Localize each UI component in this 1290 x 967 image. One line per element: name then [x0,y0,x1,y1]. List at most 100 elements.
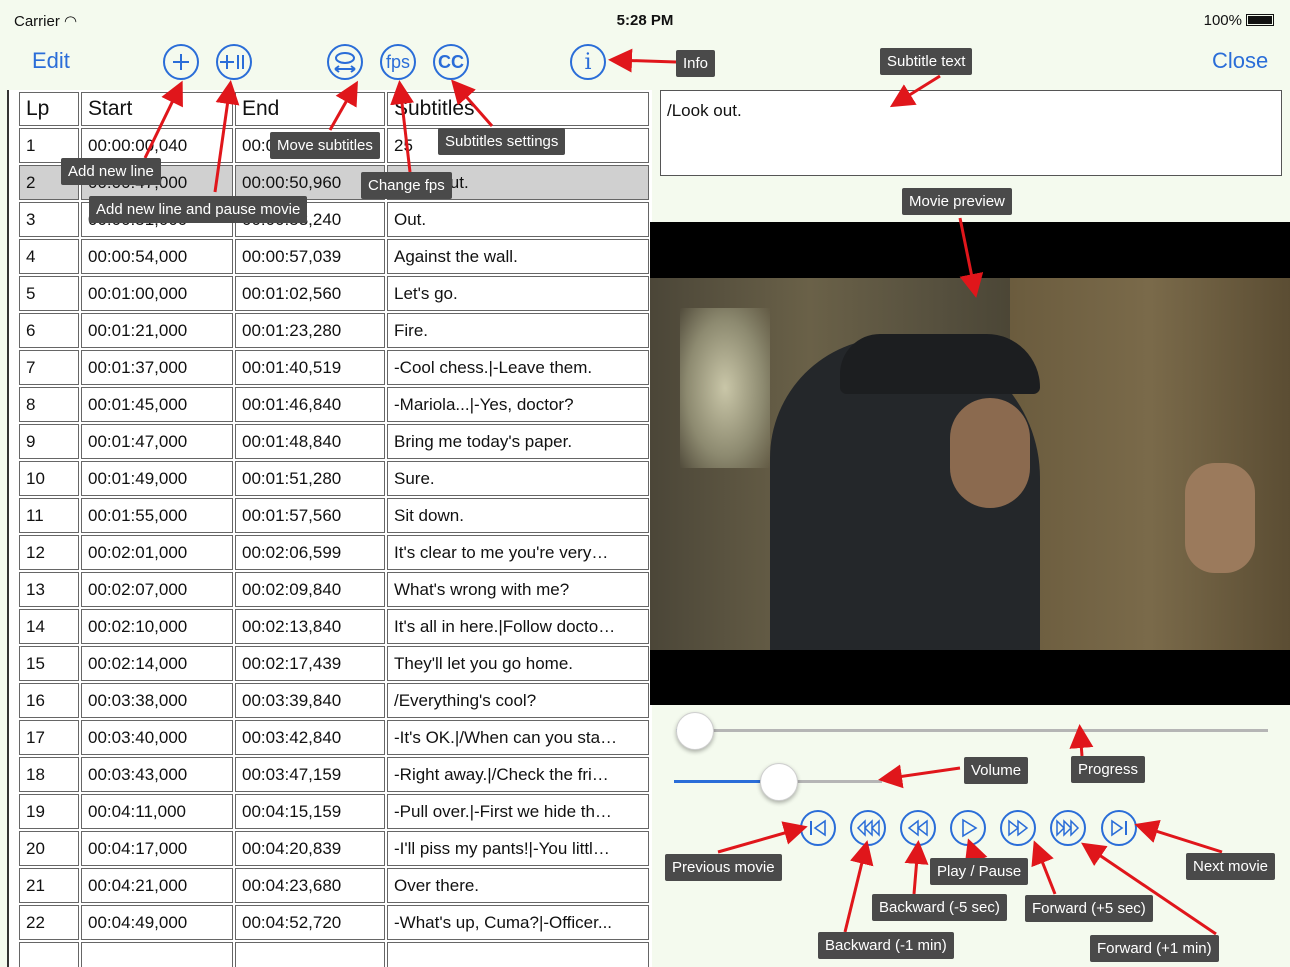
cell-subtitle: They'll let you go home. [387,646,649,681]
cell-lp: 15 [19,646,79,681]
cell-subtitle: -It's OK.|/When can you sta… [387,720,649,755]
table-row[interactable]: 17 00:03:40,000 00:03:42,840 -It's OK.|/Whe… [19,720,649,755]
move-subtitles-button[interactable] [327,44,363,80]
table-row[interactable]: 20 00:04:17,000 00:04:20,839 -I'll piss my … [19,831,649,866]
table-row[interactable]: 19 00:04:11,000 00:04:15,159 -Pull over.|-F… [19,794,649,829]
cc-icon: CC [438,51,464,72]
cell-start: 00:01:55,000 [81,498,233,533]
change-fps-button[interactable]: fps [380,44,416,80]
movie-preview[interactable] [650,222,1290,705]
arrow-info [608,48,677,73]
cell-lp: 13 [19,572,79,607]
table-row[interactable]: 16 00:03:38,000 00:03:39,840/Everything's … [19,683,649,718]
column-header-start: Start [81,92,233,126]
cell-lp: 16 [19,683,79,718]
cell-end: 00:02:13,840 [235,609,385,644]
subtitle-text-editor[interactable]: /Look out. [660,90,1282,176]
arrow-play-pause [964,838,988,865]
cell-subtitle: It's clear to me you're very… [387,535,649,570]
cell-subtitle: -Cool chess.|-Leave them. [387,350,649,385]
cell-lp: 6 [19,313,79,348]
video-guard-hand [1185,463,1255,573]
add-line-pause-button[interactable] [216,44,252,80]
arrow-progress [1069,724,1094,757]
cell-end: 00:01:46,840 [235,387,385,422]
table-row[interactable]: 9 00:01:47,000 00:01:48,840 Bring me today'… [19,424,649,459]
add-line-button[interactable] [163,44,199,80]
table-row[interactable]: 10 00:01:49,000 00:01:51,280 Sure. [19,461,649,496]
cell-end: 00:02:09,840 [235,572,385,607]
cell-lp: 11 [19,498,79,533]
table-row[interactable]: 5 00:01:00,000 00:01:02,560 Let's go. [19,276,649,311]
arrow-forward-5 [1031,840,1057,895]
plus-pause-icon [220,55,244,69]
table-row[interactable]: 11 00:01:55,000 00:01:57,560 Sit down. [19,498,649,533]
cell-subtitle: -I'll piss my pants!|-You littl… [387,831,649,866]
progress-slider[interactable] [676,712,1268,750]
next-movie-button[interactable] [1101,810,1137,846]
cell-lp: 12 [19,535,79,570]
cell-start: 00:03:40,000 [81,720,233,755]
cell-end: 00:02:06,599 [235,535,385,570]
table-row[interactable]: 22 00:04:49,000 00:04:52,720 -What's up, Cu… [19,905,649,940]
cell-start: 00:01:49,000 [81,461,233,496]
cell-start: 00:01:37,000 [81,350,233,385]
video-guard-cap [840,334,1040,394]
cell-end: 00:01:57,560 [235,498,385,533]
edit-button[interactable]: Edit [32,48,70,74]
volume-slider-handle[interactable] [760,763,798,801]
cell-lp: 3 [19,202,79,237]
callout-backward-5: Backward (-5 sec) [872,894,1007,921]
callout-subtitles-settings: Subtitles settings [438,128,566,155]
cell-start: 00:01:45,000 [81,387,233,422]
info-button[interactable]: i [570,44,606,80]
table-row[interactable]: 13 00:02:07,000 00:02:09,840 What's wrong w… [19,572,649,607]
callout-add-new-line-pause: Add new line and pause movie [89,196,308,223]
callout-previous-movie: Previous movie [665,854,782,881]
plus-icon [173,54,189,70]
table-row[interactable]: 18 00:03:43,000 00:03:47,159 -Right away.|/… [19,757,649,792]
callout-progress: Progress [1071,756,1146,783]
cell-lp: 8 [19,387,79,422]
cell-start: 00:02:14,000 [81,646,233,681]
cell-subtitle: Fire. [387,313,649,348]
column-header-end: End [235,92,385,126]
cell-start: 00:01:00,000 [81,276,233,311]
backward-5sec-icon [907,819,928,837]
forward-5sec-button[interactable] [1000,810,1036,846]
play-pause-button[interactable] [950,810,986,846]
cell-subtitle: -What's up, Cuma?|-Officer... [387,905,649,940]
table-row[interactable]: 8 00:01:45,000 00:01:46,840 -Mariola...|-Ye… [19,387,649,422]
table-row[interactable] [19,942,649,967]
table-row[interactable]: 6 00:01:21,000 00:01:23,280 Fire. [19,313,649,348]
backward-1min-button[interactable] [850,810,886,846]
volume-slider[interactable] [674,763,882,801]
cell-start: 00:01:21,000 [81,313,233,348]
close-button[interactable]: Close [1212,48,1268,74]
arrow-previous-movie [717,821,808,854]
cell-subtitle: What's wrong with me? [387,572,649,607]
callout-move-subtitles: Move subtitles [270,132,380,159]
progress-slider-handle[interactable] [676,712,714,750]
previous-movie-icon [810,819,826,837]
cell-end: 00:02:17,439 [235,646,385,681]
cell-end: 00:04:23,680 [235,868,385,903]
forward-1min-icon [1056,819,1080,837]
video-corridor-light [680,308,770,468]
info-icon: i [584,49,592,75]
subtitles-settings-button[interactable]: CC [433,44,469,80]
table-row[interactable]: 15 00:02:14,000 00:02:17,439 They'll let yo… [19,646,649,681]
cell-end: 00:04:15,159 [235,794,385,829]
callout-volume: Volume [964,757,1029,784]
cell-start: 00:00:54,000 [81,239,233,274]
cell-lp: 20 [19,831,79,866]
table-row[interactable]: 14 00:02:10,000 00:02:13,840 It's all in he… [19,609,649,644]
table-row[interactable]: 4 00:00:54,000 00:00:57,039 Against the wal… [19,239,649,274]
table-row[interactable]: 12 00:02:01,000 00:02:06,599 It's clear to … [19,535,649,570]
forward-1min-button[interactable] [1050,810,1086,846]
previous-movie-button[interactable] [800,810,836,846]
column-header-lp: Lp [19,92,79,126]
table-row[interactable]: 7 00:01:37,000 00:01:40,519 -Cool chess.|-L… [19,350,649,385]
backward-5sec-button[interactable] [900,810,936,846]
table-row[interactable]: 21 00:04:21,000 00:04:23,680 Over there. [19,868,649,903]
